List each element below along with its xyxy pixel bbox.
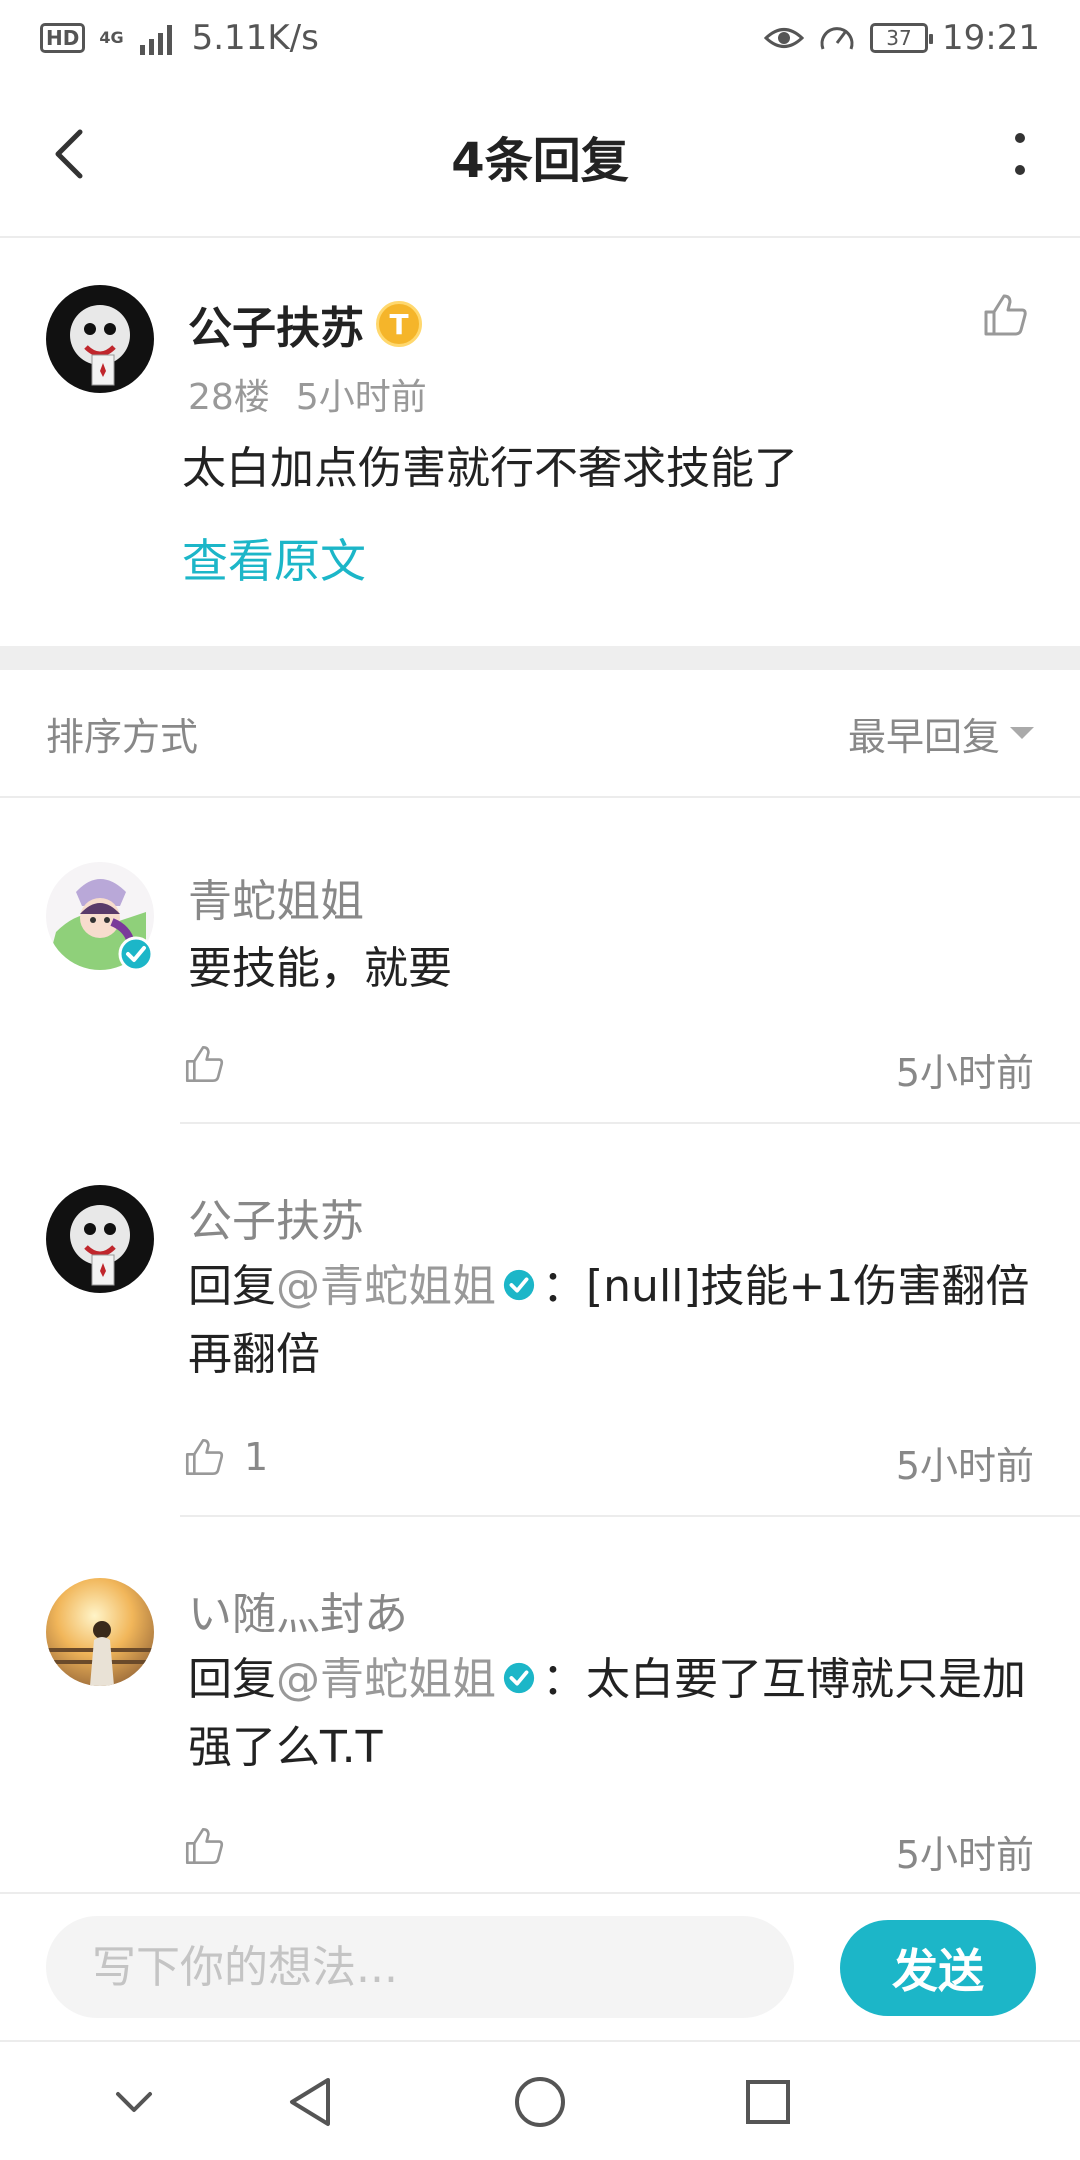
- avatar[interactable]: [46, 1185, 154, 1293]
- reply-content: 要技能，就要: [188, 935, 1038, 1003]
- signal-icon: [139, 25, 172, 55]
- network-type-icon: 4G: [99, 28, 124, 47]
- header: 4条回复: [0, 76, 1080, 238]
- section-divider: [0, 646, 1080, 670]
- floor-number: 28楼: [188, 377, 270, 418]
- back-button[interactable]: [40, 124, 100, 184]
- mention-link[interactable]: @青蛇姐姐: [276, 1261, 496, 1312]
- mention-link[interactable]: @青蛇姐姐: [276, 1654, 496, 1705]
- nav-back-button[interactable]: [280, 2072, 340, 2132]
- sort-bar: 排序方式 最早回复: [0, 670, 1080, 798]
- like-count: 1: [244, 1435, 269, 1479]
- post-author: 公子扶苏 T: [188, 292, 422, 356]
- post-content: 太白加点伤害就行不奢求技能了: [182, 443, 798, 494]
- verified-badge-icon: [118, 936, 154, 972]
- reply-item: 公子扶苏 回复@青蛇姐姐 ：[null]技能+1伤害翻倍再翻倍 1 5小时前: [0, 1125, 1080, 1518]
- reply-content: 回复@青蛇姐姐 ：太白要了互博就只是加强了么T.T: [188, 1646, 1038, 1782]
- send-button[interactable]: 发送: [840, 1920, 1036, 2016]
- triangle-back-icon: [290, 2078, 330, 2126]
- status-right: 37 19:21: [764, 18, 1040, 58]
- page-title: 4条回复: [451, 133, 629, 189]
- avatar-image: [46, 285, 154, 393]
- reply-username[interactable]: 公子扶苏: [188, 1185, 364, 1249]
- more-vertical-icon: [1015, 133, 1025, 175]
- view-original-link[interactable]: 查看原文: [182, 525, 366, 591]
- status-left: HD 4G 5.11K/s: [40, 18, 319, 58]
- avatar[interactable]: [46, 1578, 154, 1686]
- like-button[interactable]: [182, 1824, 244, 1868]
- reply-divider: [180, 1122, 1080, 1124]
- avatar[interactable]: [46, 285, 154, 393]
- avatar-image: [46, 1578, 154, 1686]
- status-bar: HD 4G 5.11K/s 37 19:21: [0, 0, 1080, 76]
- circle-home-icon: [515, 2077, 565, 2127]
- reply-time: 5小时前: [895, 1444, 1034, 1488]
- verified-badge-icon: [503, 1269, 535, 1301]
- nav-home-button[interactable]: [510, 2072, 570, 2132]
- reply-item: い随灬封あ 回复@青蛇姐姐 ：太白要了互博就只是加强了么T.T 5小时前: [0, 1518, 1080, 1892]
- sort-dropdown[interactable]: 最早回复: [848, 706, 1034, 761]
- reply-divider: [180, 1515, 1080, 1517]
- reply-prefix: 回复: [188, 1654, 276, 1705]
- avatar-image: [46, 1185, 154, 1293]
- thumbs-up-icon[interactable]: [980, 290, 1030, 340]
- sort-label: 排序方式: [46, 714, 199, 759]
- post-time: 5小时前: [295, 377, 427, 418]
- speedometer-icon: [820, 27, 854, 50]
- back-arrow-icon: [55, 129, 83, 179]
- reply-time: 5小时前: [895, 1833, 1034, 1877]
- eye-icon: [764, 28, 805, 48]
- sort-value: 最早回复: [847, 714, 1000, 759]
- reply-time: 5小时前: [895, 1051, 1034, 1095]
- chevron-down-icon: [1010, 727, 1034, 739]
- verified-badge-icon: [503, 1662, 535, 1694]
- reply-prefix: 回复: [188, 1261, 276, 1312]
- more-options-button[interactable]: [990, 124, 1050, 184]
- hd-icon: HD: [40, 23, 86, 53]
- nav-recents-button[interactable]: [738, 2072, 798, 2132]
- original-post: 公子扶苏 T 28楼 5小时前 太白加点伤害就行不奢求技能了 查看原文: [0, 240, 1080, 645]
- level-badge: T: [376, 301, 422, 347]
- post-username[interactable]: 公子扶苏: [188, 292, 364, 356]
- square-recents-icon: [746, 2080, 790, 2124]
- like-button[interactable]: 1: [182, 1435, 268, 1479]
- comment-input-bar: 发送: [0, 1892, 1080, 2040]
- nav-hide-button[interactable]: [104, 2072, 164, 2132]
- chevron-down-icon: [116, 2092, 152, 2112]
- system-nav-bar: [0, 2040, 1080, 2160]
- thumbs-up-icon: [185, 1827, 224, 1865]
- thumbs-up-icon: [185, 1438, 224, 1476]
- comment-input[interactable]: [46, 1916, 794, 2018]
- reply-content-text: 要技能，就要: [188, 943, 452, 994]
- thumbs-up-icon: [185, 1045, 224, 1083]
- reply-username[interactable]: 青蛇姐姐: [188, 865, 364, 929]
- clock: 19:21: [942, 18, 1040, 58]
- reply-item: 青蛇姐姐 要技能，就要 5小时前: [0, 800, 1080, 1125]
- post-meta: 28楼 5小时前: [188, 368, 427, 420]
- network-speed: 5.11K/s: [191, 18, 319, 58]
- reply-content: 回复@青蛇姐姐 ：[null]技能+1伤害翻倍再翻倍: [188, 1253, 1038, 1389]
- battery-icon: 37: [870, 23, 934, 53]
- like-button[interactable]: [182, 1042, 244, 1086]
- reply-username[interactable]: い随灬封あ: [188, 1578, 408, 1642]
